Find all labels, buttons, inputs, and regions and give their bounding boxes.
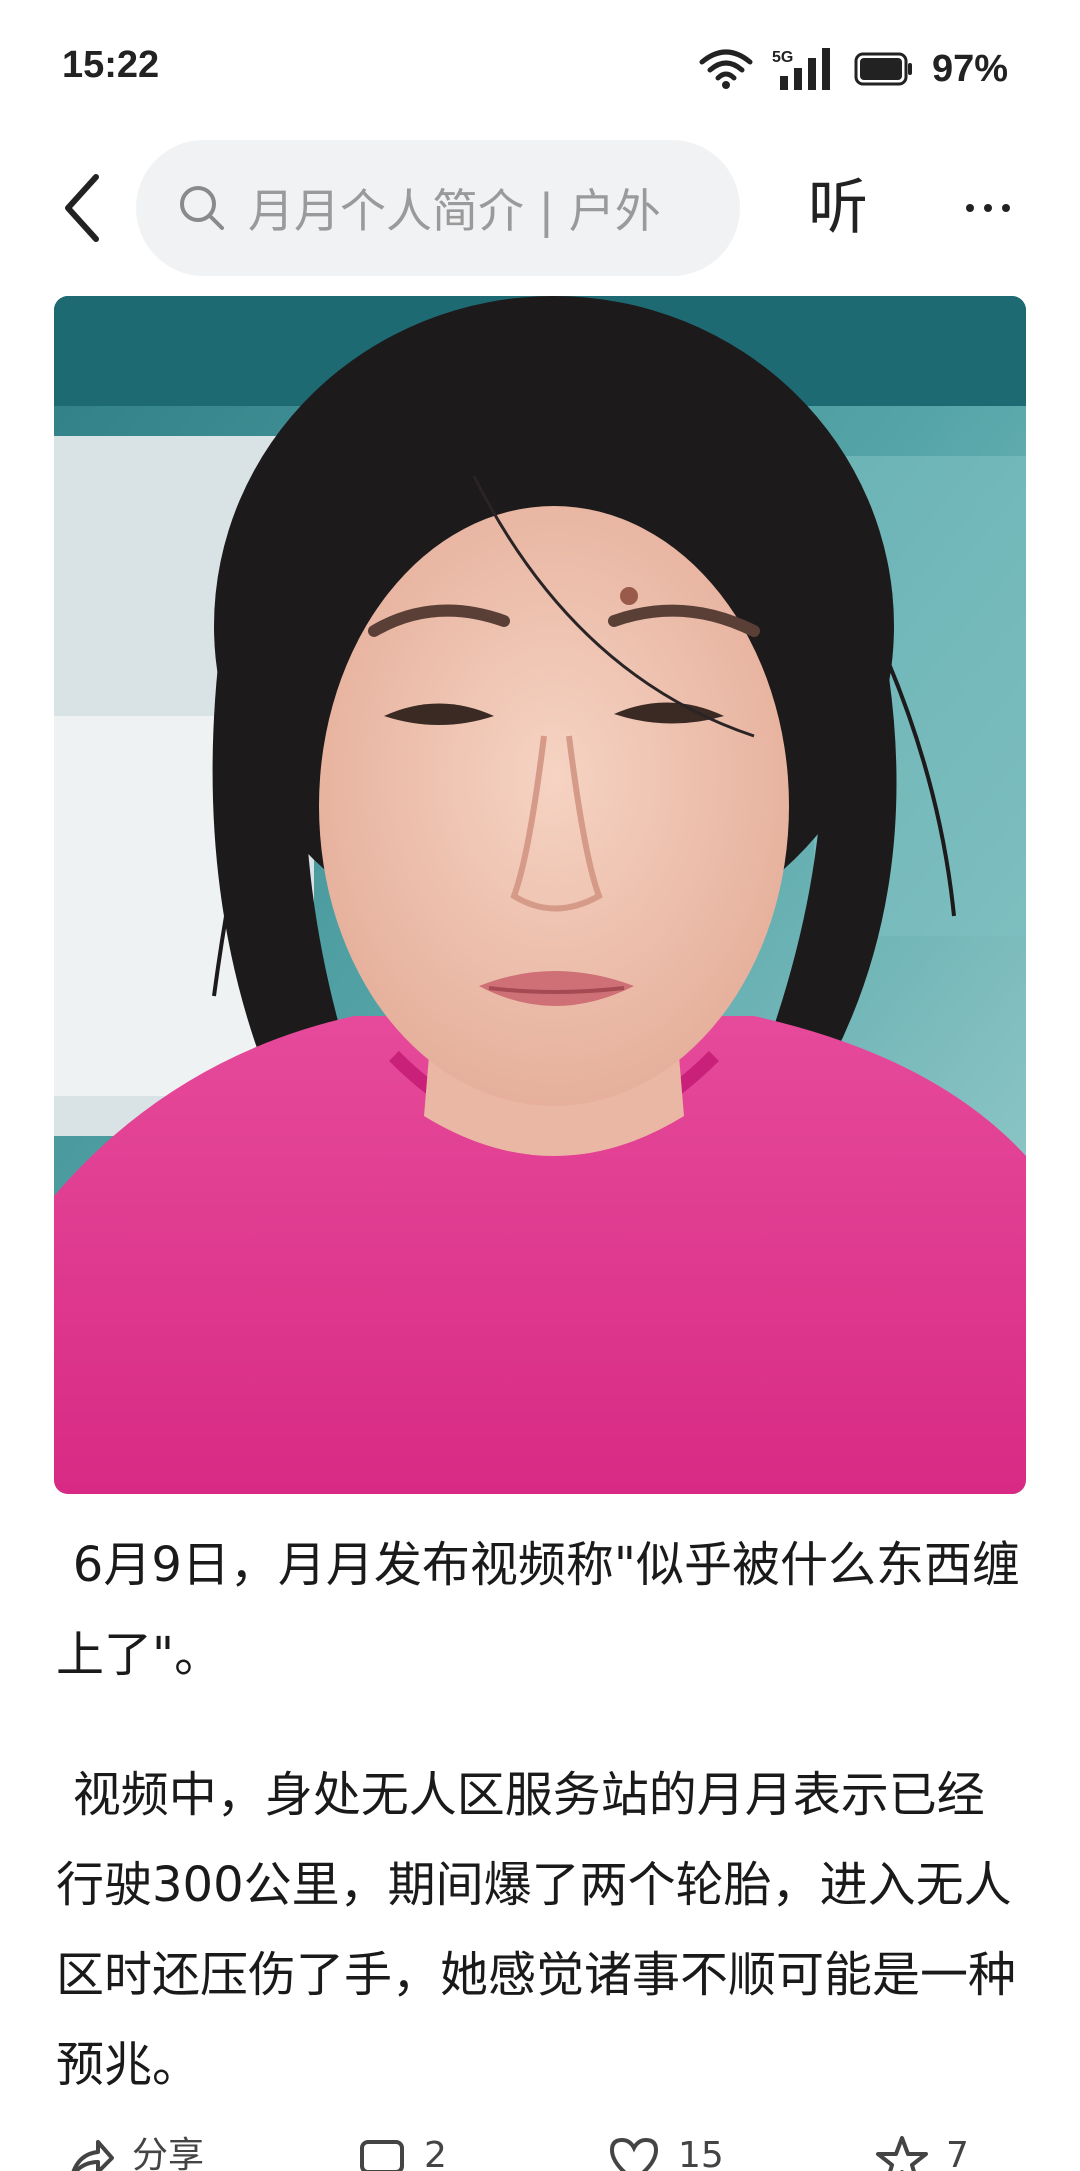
article-body: 6月9日，月月发布视频称"似乎被什么东西缠上了"。 视频中，身处无人区服务站的月… — [56, 1520, 1028, 2110]
battery-percentage: 97% — [931, 47, 1008, 90]
share-label: 分享 — [132, 2135, 205, 2171]
search-bar[interactable]: 月月个人简介 | 户外 — [136, 140, 740, 276]
comment-icon — [360, 2140, 404, 2171]
comment-count: 2 — [424, 2135, 447, 2171]
listen-button[interactable]: 听 — [800, 170, 876, 246]
article-photo[interactable] — [54, 296, 1026, 1494]
back-chevron-icon — [65, 174, 99, 242]
like-button[interactable]: 15 — [608, 2136, 724, 2171]
more-dot — [984, 204, 992, 212]
more-button[interactable] — [950, 170, 1026, 246]
back-button[interactable] — [52, 170, 112, 246]
like-count: 15 — [678, 2135, 724, 2171]
wifi-icon — [698, 48, 754, 90]
favorite-count: 7 — [946, 2135, 969, 2171]
comment-button[interactable]: 2 — [358, 2136, 447, 2171]
share-icon — [71, 2140, 114, 2171]
search-icon — [180, 186, 224, 230]
share-button[interactable]: 分享 — [66, 2136, 204, 2171]
battery-icon — [854, 52, 914, 86]
star-icon — [876, 2136, 928, 2171]
network-label: 5G — [772, 49, 793, 66]
cellular-5g-icon: 5G — [772, 46, 836, 92]
status-time: 15:22 — [62, 44, 160, 86]
top-nav-bar: 月月个人简介 | 户外 听 — [0, 140, 1080, 276]
favorite-button[interactable]: 7 — [876, 2136, 969, 2171]
status-icons: 5G 97% — [698, 44, 1008, 94]
more-dot — [966, 204, 974, 212]
search-query-text: 月月个人简介 | 户外 — [248, 184, 661, 238]
more-dot — [1002, 204, 1010, 212]
woman-selfie-image — [54, 296, 1026, 1494]
status-bar: 15:22 5G 97% — [0, 0, 1080, 140]
article-paragraph: 6月9日，月月发布视频称"似乎被什么东西缠上了"。 — [56, 1537, 1020, 1683]
article-paragraph: 视频中，身处无人区服务站的月月表示已经行驶300公里，期间爆了两个轮胎，进入无人… — [56, 1767, 1017, 2093]
heart-icon — [609, 2137, 659, 2171]
bottom-action-bar: 分享 2 15 7 — [0, 2130, 1080, 2171]
